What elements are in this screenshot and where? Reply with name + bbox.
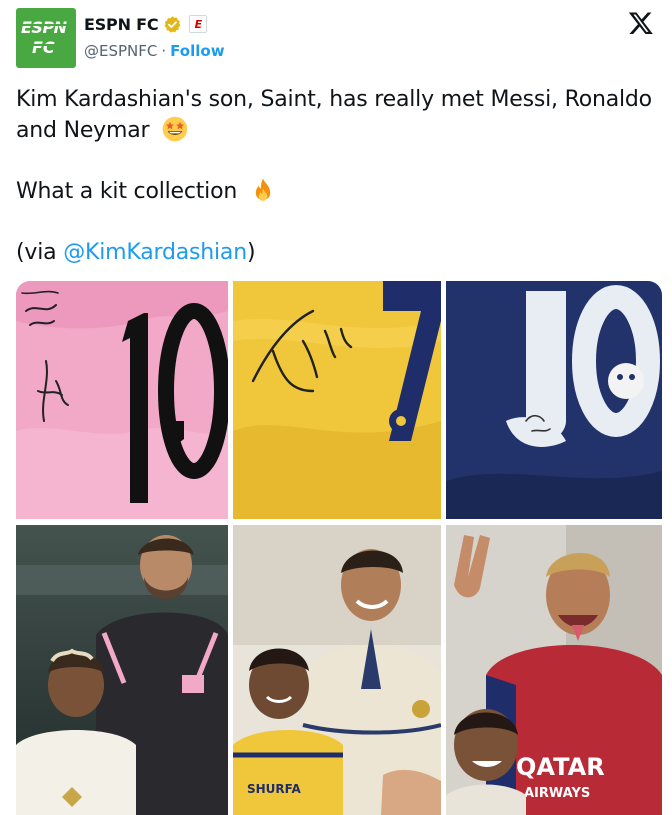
saint-with-ronaldo-photo[interactable]: SHURFA <box>233 525 441 815</box>
media-grid[interactable]: SHURFA QATAR AIRWAYS <box>16 281 662 815</box>
tweet-text: Kim Kardashian's son, Saint, has really … <box>16 84 656 268</box>
saint-with-messi-photo[interactable] <box>16 525 228 815</box>
avatar-stripe <box>20 24 72 26</box>
handle-row: @ESPNFC · Follow <box>84 40 225 62</box>
via-suffix: ) <box>246 240 256 265</box>
display-name[interactable]: ESPN FC <box>84 15 159 34</box>
via-prefix: (via <box>16 240 64 265</box>
affiliate-badge-icon[interactable]: E <box>189 15 208 33</box>
separator: · <box>161 42 167 60</box>
ronaldo-signed-jersey-photo[interactable] <box>233 281 441 519</box>
tweet-line-2: What a kit collection <box>16 179 238 204</box>
name-row: ESPN FC E <box>84 12 208 36</box>
star-struck-emoji-icon <box>162 116 188 142</box>
messi-signed-jersey-photo[interactable] <box>16 281 228 519</box>
verified-badge-icon <box>165 15 181 33</box>
handle[interactable]: @ESPNFC <box>84 42 157 60</box>
mention-link[interactable]: @KimKardashian <box>63 240 247 265</box>
qatar-sponsor-text: QATAR <box>516 753 605 781</box>
airways-sponsor-text: AIRWAYS <box>524 786 590 801</box>
tweet-header: ESPN FC ESPN FC E @ESPNFC · Follow <box>16 8 656 68</box>
neymar-signed-jersey-photo[interactable] <box>446 281 662 519</box>
shurfa-sponsor-text: SHURFA <box>247 782 301 796</box>
tweet-line-1: Kim Kardashian's son, Saint, has really … <box>16 87 652 143</box>
tweet-paragraph-3: (via @KimKardashian) <box>16 237 656 268</box>
tweet-paragraph-1: Kim Kardashian's son, Saint, has really … <box>16 84 656 146</box>
avatar-text-line1: ESPN <box>21 18 67 37</box>
fire-emoji-icon <box>255 178 271 201</box>
saint-with-neymar-photo[interactable]: QATAR AIRWAYS <box>446 525 662 815</box>
follow-button[interactable]: Follow <box>170 42 224 60</box>
x-logo-icon[interactable] <box>628 10 654 36</box>
avatar[interactable]: ESPN FC <box>16 8 76 68</box>
tweet-paragraph-2: What a kit collection <box>16 176 656 207</box>
avatar-stripe <box>20 44 72 46</box>
avatar-text-line2: FC <box>32 38 55 57</box>
